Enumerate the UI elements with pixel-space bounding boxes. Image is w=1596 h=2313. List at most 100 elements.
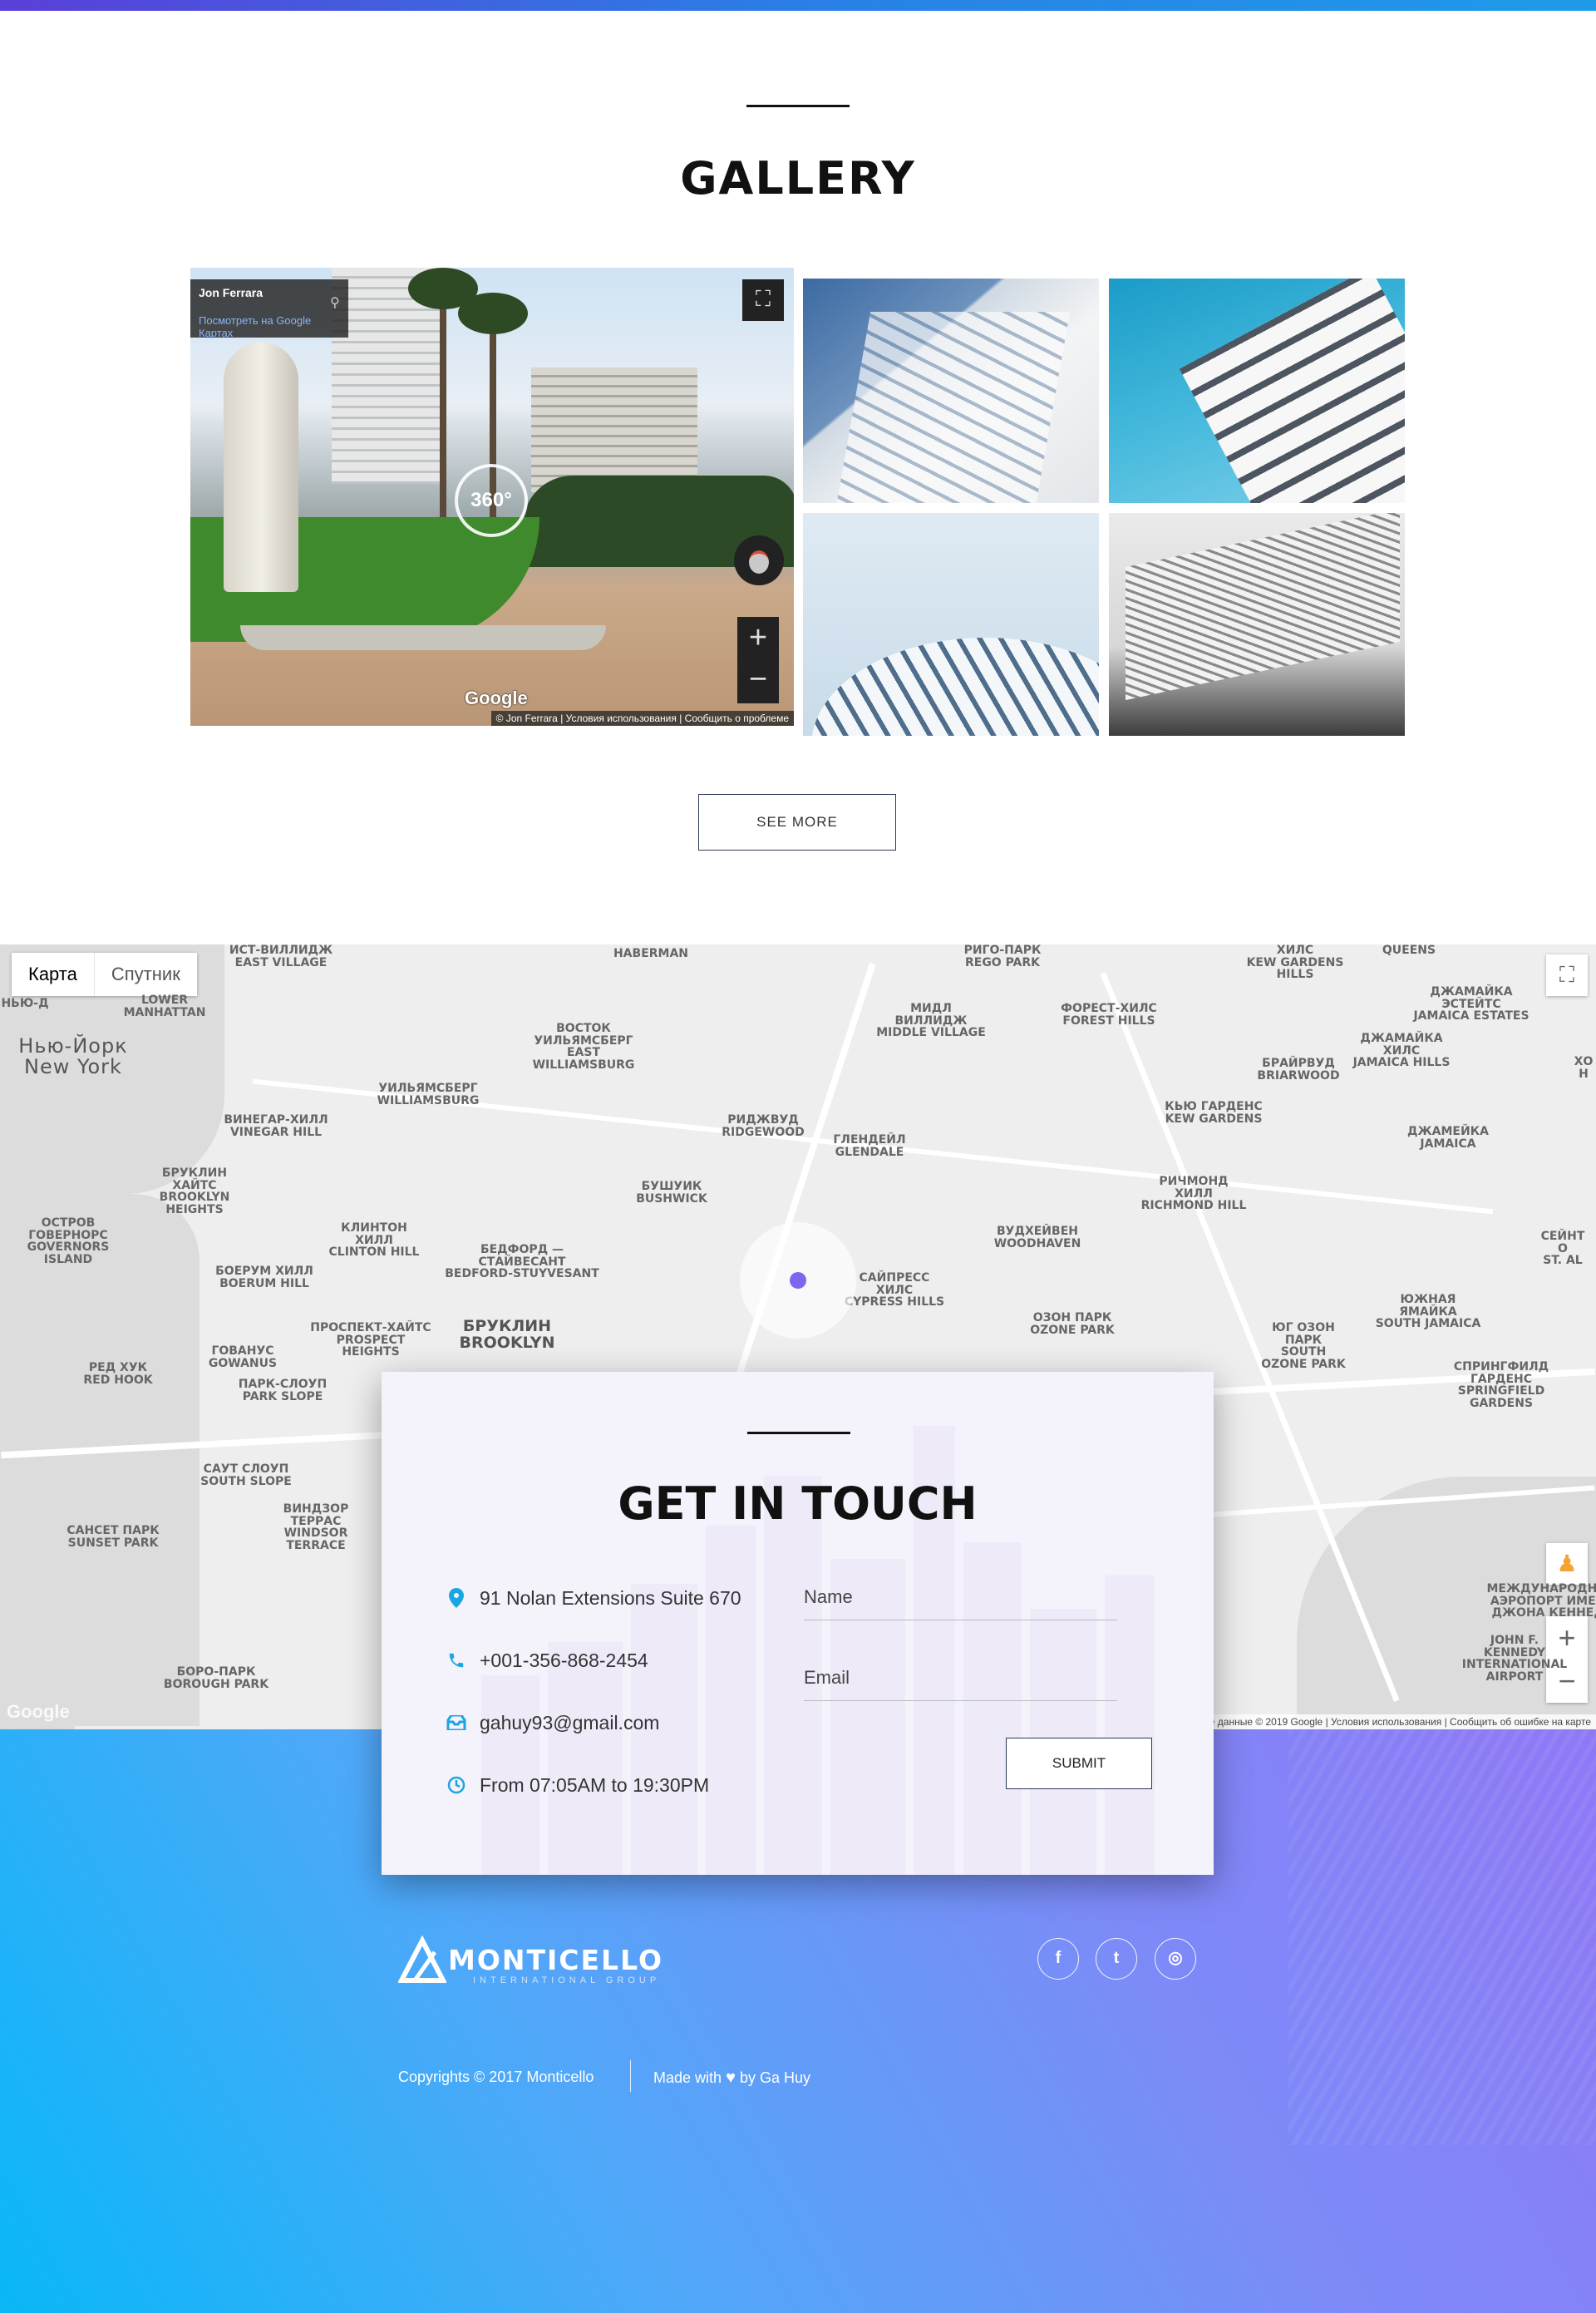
- map-label: ГЛЕНДЕЙЛ GLENDALE: [833, 1133, 906, 1159]
- map-label: ФОРЕСТ-ХИЛС FOREST HILLS: [1061, 1002, 1157, 1028]
- brand-name: MONTICELLO: [448, 1943, 663, 1976]
- gallery-image-3[interactable]: [803, 513, 1099, 736]
- map-label: СЕЙНТ О ST. AL: [1540, 1230, 1585, 1268]
- map-label: LOWER MANHATTAN: [123, 994, 206, 1019]
- gallery-image-2[interactable]: [1109, 279, 1405, 503]
- map-label: John F. Kennedy International Airport: [1461, 1634, 1568, 1684]
- map-label: ГОВАНУС GOWANUS: [208, 1344, 278, 1370]
- gallery-image-4[interactable]: [1109, 513, 1405, 736]
- hours-text: From 07:05AM to 19:30PM: [480, 1773, 710, 1796]
- map-fullscreen-button[interactable]: ⛶: [1546, 954, 1588, 996]
- map-label: БРАЙРВУД BRIARWOOD: [1257, 1057, 1340, 1083]
- contact-address: 91 Nolan Extensions Suite 670: [445, 1586, 741, 1610]
- map-label: ПАРК-СЛОУП PARK SLOPE: [238, 1378, 328, 1403]
- map-label: СПРИНГФИЛД ГАРДЕНС SPRINGFIELD GARDENS: [1453, 1360, 1549, 1411]
- pano-curb: [240, 625, 606, 650]
- contact-hours: From 07:05AM to 19:30PM: [445, 1773, 709, 1797]
- phone-text[interactable]: +001-356-868-2454: [480, 1650, 648, 1672]
- pano-zoom-in-button[interactable]: +: [737, 617, 779, 658]
- map-report-link[interactable]: Сообщить об ошибке на карте: [1450, 1716, 1591, 1728]
- fullscreen-icon: ⛶: [1559, 962, 1575, 987]
- contact-title-rule: [747, 1432, 850, 1434]
- copyright-text: Copyrights © 2017 Monticello: [398, 2069, 594, 2085]
- map-label: Haberman: [613, 947, 689, 960]
- pano-terms-link[interactable]: Условия использования: [566, 713, 677, 724]
- map-label: Нью-Д: [1, 997, 49, 1010]
- gallery-title-rule: [746, 105, 850, 107]
- map-type-satellite-button[interactable]: Спутник: [93, 953, 197, 996]
- map-label: РИДЖВУД RIDGEWOOD: [722, 1113, 805, 1139]
- pano-view-link[interactable]: Посмотреть на Google Картах: [199, 314, 340, 339]
- map-label: КЬЮ ГАРДЕНС KEW GARDENS: [1165, 1100, 1263, 1126]
- map-label: ВУДХЕЙВЕН WOODHAVEN: [993, 1225, 1081, 1250]
- map-label: ДЖАМАЙКА ЭСТЕЙТС JAMAICA ESTATES: [1413, 985, 1530, 1023]
- map-label: КЛИНТОН ХИЛЛ CLINTON HILL: [328, 1221, 420, 1260]
- brand-subtitle: INTERNATIONAL GROUP: [473, 1975, 661, 1985]
- twitter-icon[interactable]: t: [1096, 1938, 1137, 1980]
- map-label: РЕД ХУК RED HOOK: [83, 1361, 153, 1387]
- map-label: ПРОСПЕКТ-ХАЙТС PROSPECT HEIGHTS: [310, 1321, 431, 1359]
- email-text[interactable]: gahuy93@gmail.com: [480, 1712, 659, 1734]
- address-text: 91 Nolan Extensions Suite 670: [480, 1586, 741, 1609]
- map-label: МИДЛ ВИЛЛИДЖ MIDDLE VILLAGE: [876, 1002, 986, 1040]
- see-more-button[interactable]: SEE MORE: [698, 794, 896, 851]
- map-label: ХО Н: [1574, 1055, 1594, 1081]
- pano-zoom-out-button[interactable]: −: [737, 658, 779, 700]
- brand-logo[interactable]: MONTICELLO INTERNATIONAL GROUP: [397, 1935, 663, 1985]
- gallery-image-1[interactable]: [803, 279, 1099, 503]
- map-label: Международный аэропорт имени Джона Кенне…: [1486, 1582, 1596, 1620]
- location-pin-icon: ⚲: [330, 296, 340, 310]
- pano-fullscreen-button[interactable]: ⛶: [742, 279, 784, 321]
- map-terms-link[interactable]: Условия использования: [1331, 1716, 1441, 1728]
- fullscreen-icon: ⛶: [755, 286, 771, 311]
- pano-report-link[interactable]: Сообщить о проблеме: [685, 713, 789, 724]
- pano-monument: [224, 343, 298, 592]
- top-accent-bar: [0, 0, 1596, 11]
- pano-credit: © Jon Ferrara: [495, 713, 558, 724]
- compass-icon[interactable]: [734, 535, 784, 585]
- map-label: БОЕРУМ ХИЛЛ BOERUM HILL: [215, 1265, 313, 1290]
- pano-author: Jon Ferrara: [199, 286, 264, 299]
- name-field: [804, 1586, 1117, 1620]
- google-logo: Google: [7, 1701, 70, 1722]
- contact-email: gahuy93@gmail.com: [445, 1711, 659, 1734]
- name-input[interactable]: [804, 1586, 1117, 1608]
- pano-building-2: [531, 367, 697, 492]
- email-field: [804, 1667, 1117, 1701]
- logo-mark-icon: [397, 1935, 447, 1984]
- submit-button[interactable]: SUBMIT: [1006, 1738, 1152, 1789]
- pano-attribution-bar: © Jon Ferrara | Условия использования | …: [490, 711, 794, 726]
- map-type-control: Карта Спутник: [12, 953, 197, 996]
- map-label: ДЖАМАЙКА ХИЛС JAMAICA HILLS: [1352, 1032, 1451, 1070]
- map-label: ИСТ-ВИЛЛИДЖ EAST VILLAGE: [229, 944, 333, 969]
- map-label: РИЧМОНД ХИЛЛ RICHMOND HILL: [1140, 1175, 1247, 1213]
- footer-divider: [630, 2060, 631, 2092]
- map-label: БРУКЛИН BROOKLYN: [459, 1317, 555, 1352]
- instagram-icon[interactable]: ◎: [1155, 1938, 1196, 1980]
- map-label: РИГО-ПАРК REGO PARK: [963, 944, 1042, 969]
- map-label: Нью-Йорк New York: [18, 1034, 128, 1079]
- map-label: ЮЖНАЯ ЯМАЙКА SOUTH JAMAICA: [1375, 1293, 1481, 1331]
- email-input[interactable]: [804, 1667, 1117, 1689]
- street-view-panorama[interactable]: Jon Ferrara Посмотреть на Google Картах …: [190, 268, 794, 726]
- made-with-suffix[interactable]: by Ga Huy: [740, 2069, 810, 2086]
- pano-info-box: Jon Ferrara Посмотреть на Google Картах …: [190, 279, 348, 339]
- map-type-map-button[interactable]: Карта: [12, 953, 94, 996]
- made-with-text: Made with ♥ by Ga Huy: [653, 2069, 810, 2088]
- map-label: БУШУИК BUSHWICK: [636, 1180, 707, 1206]
- map-marker[interactable]: [790, 1272, 806, 1289]
- gallery-title: GALLERY: [680, 152, 916, 205]
- map-pin-icon: [445, 1586, 468, 1610]
- footer-decoration: [1288, 1729, 1596, 2145]
- map-label: ВИНЕГАР-ХИЛЛ VINEGAR HILL: [224, 1113, 328, 1139]
- map-label: ЮГ ОЗОН ПАРК SOUTH OZONE PARK: [1261, 1321, 1346, 1372]
- map-label: ВИНДЗОР ТЕРРАС WINDSOR TERRACE: [283, 1502, 349, 1553]
- map-label: САНСЕТ ПАРК SUNSET PARK: [66, 1524, 160, 1550]
- pegman-icon[interactable]: ♟: [1546, 1543, 1588, 1585]
- heart-icon: ♥: [726, 2069, 736, 2087]
- pano-360-badge: 360°: [455, 464, 528, 537]
- contact-card: GET IN TOUCH 91 Nolan Extensions Suite 6…: [382, 1372, 1214, 1875]
- map-label: ХИЛС KEW GARDENS HILLS: [1246, 944, 1344, 982]
- facebook-icon[interactable]: f: [1037, 1938, 1079, 1980]
- phone-icon: [445, 1649, 468, 1672]
